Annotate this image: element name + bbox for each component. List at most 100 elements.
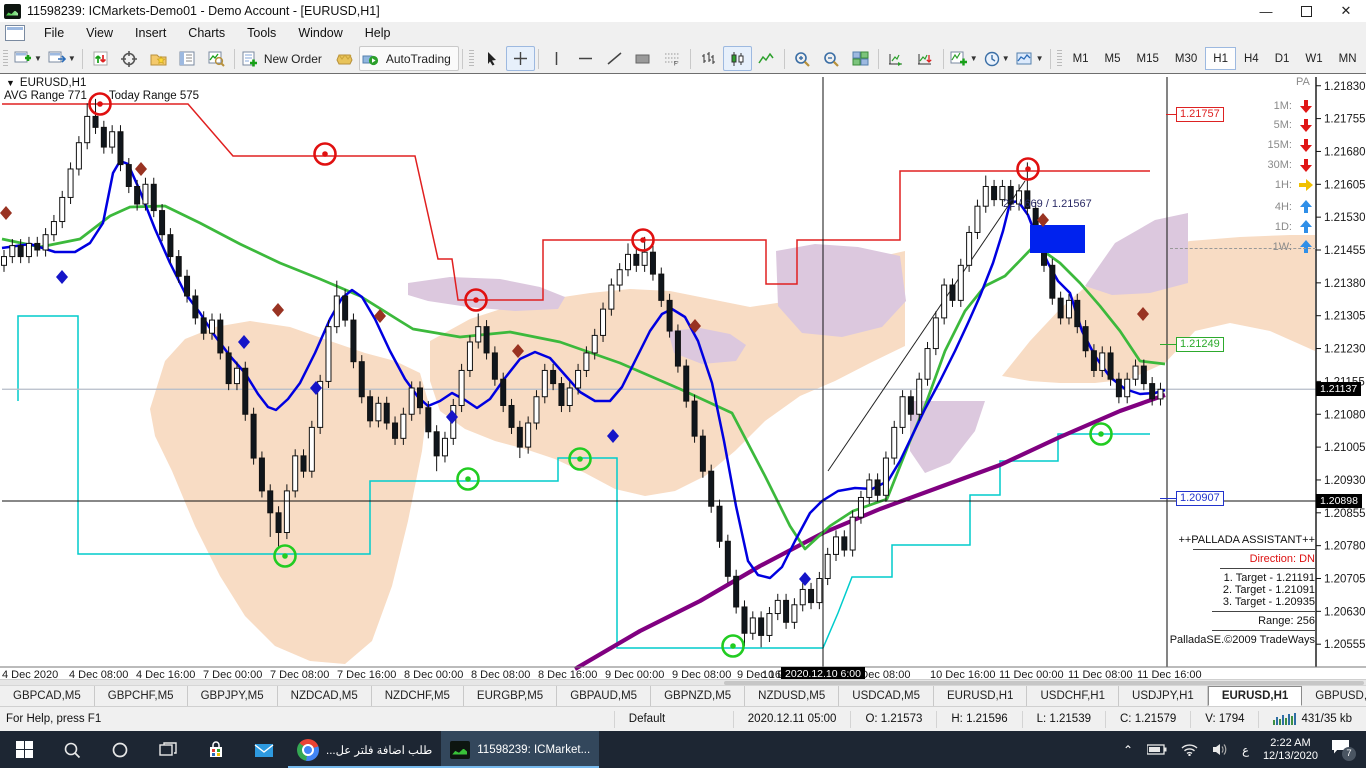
chart-tab-eurgbpm5[interactable]: EURGBP,M5 <box>464 686 557 706</box>
chart-tab-gbpcadm5[interactable]: GBPCAD,M5 <box>0 686 95 706</box>
menu-insert[interactable]: Insert <box>124 24 177 42</box>
cortana-button[interactable] <box>96 731 144 768</box>
chart-tab-gbpusdh1[interactable]: GBPUSD,H1 <box>1302 686 1366 706</box>
vertical-line-icon <box>550 51 563 66</box>
cursor-button[interactable] <box>477 46 506 71</box>
chart-tab-usdchfh1[interactable]: USDCHF,H1 <box>1027 686 1119 706</box>
taskbar-mt4-task[interactable]: 11598239: ICMarket... <box>441 731 599 768</box>
windows-logo-icon <box>16 741 33 758</box>
zoom-in-button[interactable] <box>788 46 817 71</box>
maximize-button[interactable] <box>1286 0 1326 22</box>
chart-tab-nzdusdm5[interactable]: NZDUSD,M5 <box>745 686 839 706</box>
favorites-button[interactable] <box>144 46 173 71</box>
tray-chevron-icon[interactable]: ⌃ <box>1123 743 1133 757</box>
profiles-button[interactable]: ▼ <box>45 46 79 71</box>
wifi-icon[interactable] <box>1181 743 1198 756</box>
language-indicator[interactable]: ع <box>1242 743 1249 757</box>
timeframe-button-w1[interactable]: W1 <box>1297 47 1330 70</box>
notification-center-button[interactable]: 7 <box>1332 739 1356 761</box>
bear-candle <box>168 235 173 257</box>
chart-tab-gbpjpym5[interactable]: GBPJPY,M5 <box>188 686 278 706</box>
chart-tab-gbpnzdm5[interactable]: GBPNZD,M5 <box>651 686 745 706</box>
channel-button[interactable] <box>629 46 658 71</box>
task-view-icon <box>159 742 177 758</box>
candlestick-button[interactable] <box>723 46 752 71</box>
menu-charts[interactable]: Charts <box>177 24 236 42</box>
timeframe-button-h4[interactable]: H4 <box>1236 47 1267 70</box>
timeframe-button-h1[interactable]: H1 <box>1205 47 1236 70</box>
auto-scroll-button[interactable] <box>882 46 911 71</box>
navigator-button[interactable] <box>115 46 144 71</box>
task-view-button[interactable] <box>144 731 192 768</box>
price-chart[interactable]: 1.218301.217551.216801.216051.215301.214… <box>0 74 1366 680</box>
chart-tab-gbpchfm5[interactable]: GBPCHF,M5 <box>95 686 188 706</box>
line-chart-button[interactable] <box>752 46 781 71</box>
menu-window[interactable]: Window <box>287 24 353 42</box>
taskbar-search-button[interactable] <box>48 731 96 768</box>
chart-tab-eurusdh1-active[interactable]: EURUSD,H1 <box>1208 686 1302 706</box>
tf-signal-label: 15M: <box>1234 139 1292 151</box>
autotrading-button[interactable]: AutoTrading <box>359 46 459 71</box>
timeframe-button-m5[interactable]: M5 <box>1097 47 1129 70</box>
bull-candle <box>409 388 414 414</box>
chart-area[interactable]: 1.218301.217551.216801.216051.215301.214… <box>0 73 1366 679</box>
battery-icon[interactable] <box>1147 744 1167 755</box>
arrow-up-icon <box>1298 199 1314 215</box>
crosshair-button[interactable] <box>506 46 535 71</box>
window-title: 11598239: ICMarkets-Demo01 - Demo Accoun… <box>27 4 380 18</box>
mql5-market-button[interactable] <box>330 46 359 71</box>
chart-tab-eurusdh1[interactable]: EURUSD,H1 <box>934 686 1027 706</box>
new-order-button[interactable]: New Order <box>238 46 330 71</box>
chart-shift-button[interactable] <box>911 46 940 71</box>
collapse-triangle-icon[interactable]: ▼ <box>6 78 15 88</box>
close-button[interactable]: ✕ <box>1326 0 1366 22</box>
tile-windows-button[interactable] <box>846 46 875 71</box>
store-button[interactable] <box>192 731 240 768</box>
chart-tab-usdcadm5[interactable]: USDCAD,M5 <box>839 686 934 706</box>
trendline-button[interactable] <box>600 46 629 71</box>
menu-view[interactable]: View <box>75 24 124 42</box>
toolbar-grip[interactable] <box>3 50 8 68</box>
timeframe-button-d1[interactable]: D1 <box>1267 47 1298 70</box>
toolbar-grip[interactable] <box>1057 50 1062 68</box>
mail-button[interactable] <box>240 731 288 768</box>
chart-tab-usdjpyh1[interactable]: USDJPY,H1 <box>1119 686 1208 706</box>
toolbar-grip[interactable] <box>469 50 474 68</box>
timeframe-button-m30[interactable]: M30 <box>1167 47 1205 70</box>
chart-tab-nzdcadm5[interactable]: NZDCAD,M5 <box>278 686 372 706</box>
title-bar: 11598239: ICMarkets-Demo01 - Demo Accoun… <box>0 0 1366 23</box>
taskbar-chrome-task[interactable]: طلب اضافة فلتر عل... <box>288 731 441 768</box>
timeframe-button-m1[interactable]: M1 <box>1065 47 1097 70</box>
blue-diamond-marker <box>56 270 68 284</box>
highlight-rectangle[interactable] <box>1030 225 1085 253</box>
indicators-button[interactable]: ▼ <box>947 46 981 71</box>
periods-button[interactable]: ▼ <box>981 46 1013 71</box>
menu-file[interactable]: File <box>33 24 75 42</box>
chart-tab-gbpaudm5[interactable]: GBPAUD,M5 <box>557 686 651 706</box>
svg-text:F: F <box>674 61 678 66</box>
lower-target-label: 1.20907 <box>1176 491 1224 506</box>
bear-candle <box>351 320 356 362</box>
timeframe-button-m15[interactable]: M15 <box>1129 47 1167 70</box>
timeframe-button-mn[interactable]: MN <box>1331 47 1365 70</box>
chart-tab-nzdchfm5[interactable]: NZDCHF,M5 <box>372 686 464 706</box>
horizontal-line-button[interactable] <box>571 46 600 71</box>
menu-help[interactable]: Help <box>354 24 402 42</box>
vertical-line-button[interactable] <box>542 46 571 71</box>
new-chart-button[interactable]: ▼ <box>11 46 45 71</box>
templates-button[interactable]: ▼ <box>1013 46 1047 71</box>
tf-signal-row-1m: 1M: <box>1234 98 1314 114</box>
zoom-out-button[interactable] <box>817 46 846 71</box>
menu-tools[interactable]: Tools <box>236 24 287 42</box>
tray-clock[interactable]: 2:22 AM 12/13/2020 <box>1263 737 1318 763</box>
strategy-tester-button[interactable] <box>202 46 231 71</box>
data-window-button[interactable] <box>173 46 202 71</box>
speaker-icon[interactable] <box>1212 743 1228 756</box>
market-watch-button[interactable] <box>86 46 115 71</box>
minimize-button[interactable]: — <box>1246 0 1286 22</box>
bull-candle <box>917 379 922 414</box>
bear-candle <box>1141 366 1146 384</box>
fibonacci-button[interactable]: F <box>658 46 687 71</box>
bar-chart-button[interactable] <box>694 46 723 71</box>
start-button[interactable] <box>0 731 48 768</box>
